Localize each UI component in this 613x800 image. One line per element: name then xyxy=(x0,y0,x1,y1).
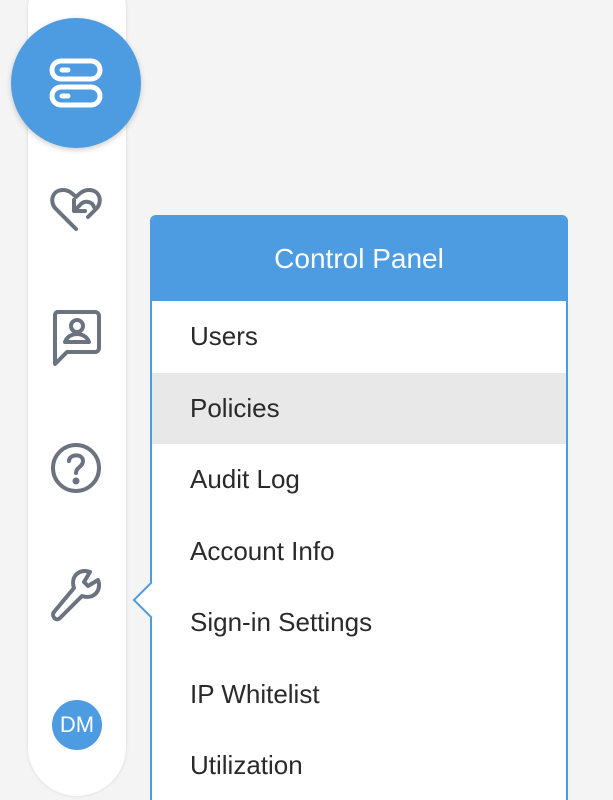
menu-item-label: Utilization xyxy=(190,750,303,781)
menu-item-label: Sign-in Settings xyxy=(190,607,373,638)
menu-item-label: Audit Log xyxy=(190,464,300,495)
app-page: DM Control Panel Users Policies Audit Lo… xyxy=(0,0,613,800)
control-panel-title: Control Panel xyxy=(274,243,444,274)
server-stack-icon xyxy=(49,58,103,108)
menu-item-policies[interactable]: Policies xyxy=(152,372,566,444)
menu-item-users[interactable]: Users xyxy=(152,301,566,373)
menu-item-label: IP Whitelist xyxy=(190,678,320,709)
menu-item-sign-in-settings[interactable]: Sign-in Settings xyxy=(152,587,566,659)
avatar-initials: DM xyxy=(59,712,95,737)
avatar[interactable]: DM xyxy=(52,700,102,750)
logo-button[interactable] xyxy=(11,18,141,148)
sidebar-item-settings[interactable] xyxy=(46,568,106,628)
heart-refresh-icon xyxy=(50,188,102,231)
menu-item-label: Users xyxy=(190,321,258,352)
control-panel-menu: Users Policies Audit Log Account Info Si… xyxy=(152,301,566,800)
menu-item-utilization[interactable]: Utilization xyxy=(152,730,566,800)
menu-item-account-info[interactable]: Account Info xyxy=(152,516,566,588)
sidebar-item-contacts[interactable] xyxy=(46,308,106,368)
help-circle-icon xyxy=(51,443,101,493)
menu-item-label: Account Info xyxy=(190,535,335,566)
menu-item-audit-log[interactable]: Audit Log xyxy=(152,444,566,516)
control-panel-header: Control Panel xyxy=(152,217,566,301)
contact-card-icon xyxy=(52,310,101,366)
wrench-icon xyxy=(51,569,101,622)
sidebar-item-help[interactable] xyxy=(46,438,106,498)
control-panel-flyout: Control Panel Users Policies Audit Log A… xyxy=(132,215,568,800)
menu-item-label: Policies xyxy=(190,392,280,423)
sidebar-item-health[interactable] xyxy=(46,180,106,240)
menu-item-ip-whitelist[interactable]: IP Whitelist xyxy=(152,659,566,731)
